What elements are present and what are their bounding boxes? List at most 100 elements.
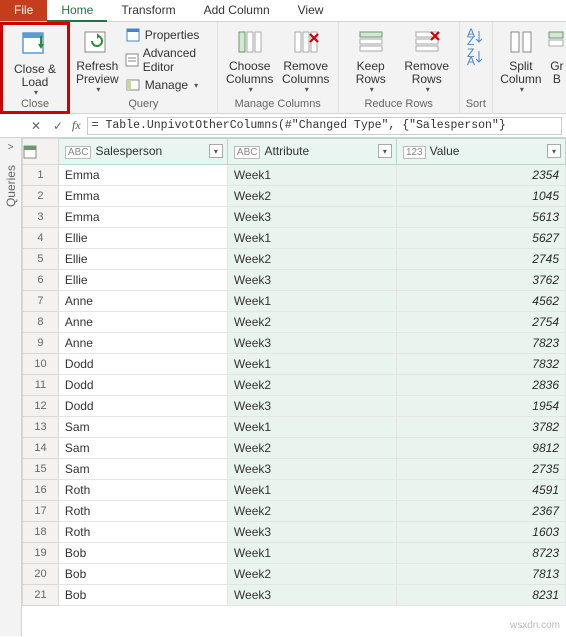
ribbon-group-label-query: Query <box>128 98 158 112</box>
row-number: 18 <box>23 522 59 543</box>
table-row[interactable]: 21BobWeek38231 <box>23 585 566 606</box>
table-row[interactable]: 1EmmaWeek12354 <box>23 165 566 186</box>
cell-value: 2836 <box>396 375 565 396</box>
advanced-editor-button[interactable]: Advanced Editor <box>123 45 211 75</box>
tab-view[interactable]: View <box>284 0 338 21</box>
row-number: 13 <box>23 417 59 438</box>
cell-value: 3782 <box>396 417 565 438</box>
row-number: 7 <box>23 291 59 312</box>
row-number: 15 <box>23 459 59 480</box>
table-row[interactable]: 7AnneWeek14562 <box>23 291 566 312</box>
tab-add-column[interactable]: Add Column <box>190 0 284 21</box>
column-header-attribute[interactable]: ABCAttribute ▾ <box>227 139 396 165</box>
cancel-icon[interactable]: ✕ <box>28 118 44 134</box>
keep-rows-button[interactable]: Keep Rows▾ <box>345 24 397 95</box>
confirm-icon[interactable]: ✓ <box>50 118 66 134</box>
table-row[interactable]: 2EmmaWeek21045 <box>23 186 566 207</box>
table-row[interactable]: 5EllieWeek22745 <box>23 249 566 270</box>
row-number: 16 <box>23 480 59 501</box>
cell-salesperson: Dodd <box>58 396 227 417</box>
choose-columns-button[interactable]: Choose Columns▾ <box>224 24 276 95</box>
table-row[interactable]: 20BobWeek27813 <box>23 564 566 585</box>
cell-attribute: Week1 <box>227 480 396 501</box>
table-row[interactable]: 12DoddWeek31954 <box>23 396 566 417</box>
cell-attribute: Week1 <box>227 354 396 375</box>
title-tabs: File Home Transform Add Column View <box>0 0 566 22</box>
column-header-value[interactable]: 123Value ▾ <box>396 139 565 165</box>
table-row[interactable]: 9AnneWeek37823 <box>23 333 566 354</box>
table-corner[interactable] <box>23 139 59 165</box>
cell-value: 1603 <box>396 522 565 543</box>
queries-sidebar[interactable]: > Queries <box>0 138 22 636</box>
table-row[interactable]: 11DoddWeek22836 <box>23 375 566 396</box>
cell-value: 2754 <box>396 312 565 333</box>
split-column-button[interactable]: Split Column▾ <box>499 24 543 95</box>
row-number: 1 <box>23 165 59 186</box>
table-row[interactable]: 14SamWeek29812 <box>23 438 566 459</box>
choose-columns-icon <box>234 26 266 58</box>
dropdown-arrow-icon: ▾ <box>96 86 100 95</box>
properties-button[interactable]: Properties <box>123 26 211 44</box>
formula-bar: ✕ ✓ fx <box>0 114 566 138</box>
cell-salesperson: Anne <box>58 333 227 354</box>
table-row[interactable]: 8AnneWeek22754 <box>23 312 566 333</box>
cell-value: 7813 <box>396 564 565 585</box>
remove-columns-label: Remove Columns <box>282 60 329 86</box>
cell-value: 8723 <box>396 543 565 564</box>
split-column-icon <box>505 26 537 58</box>
remove-rows-button[interactable]: Remove Rows▾ <box>401 24 453 95</box>
cell-value: 4591 <box>396 480 565 501</box>
cell-salesperson: Bob <box>58 564 227 585</box>
table-row[interactable]: 18RothWeek31603 <box>23 522 566 543</box>
table-row[interactable]: 15SamWeek32735 <box>23 459 566 480</box>
dropdown-arrow-icon: ▾ <box>249 86 253 95</box>
close-and-load-button[interactable]: Close & Load▾ <box>9 27 61 98</box>
cell-salesperson: Bob <box>58 543 227 564</box>
cell-value: 1954 <box>396 396 565 417</box>
row-number: 11 <box>23 375 59 396</box>
tab-file[interactable]: File <box>0 0 47 21</box>
type-text-icon: ABC <box>65 146 92 159</box>
ribbon-group-query: Refresh Preview▾ Properties Advanced Edi… <box>70 22 218 114</box>
row-number: 21 <box>23 585 59 606</box>
cell-value: 5627 <box>396 228 565 249</box>
refresh-preview-button[interactable]: Refresh Preview▾ <box>76 24 119 95</box>
sort-asc-button[interactable]: AZ <box>467 28 485 46</box>
row-number: 12 <box>23 396 59 417</box>
table-row[interactable]: 13SamWeek13782 <box>23 417 566 438</box>
manage-button[interactable]: Manage▾ <box>123 76 211 94</box>
group-by-button[interactable]: Gr B <box>547 24 566 86</box>
cell-salesperson: Emma <box>58 165 227 186</box>
table-row[interactable]: 19BobWeek18723 <box>23 543 566 564</box>
cell-salesperson: Anne <box>58 291 227 312</box>
remove-columns-button[interactable]: Remove Columns▾ <box>280 24 332 95</box>
table-row[interactable]: 10DoddWeek17832 <box>23 354 566 375</box>
table-row[interactable]: 3EmmaWeek35613 <box>23 207 566 228</box>
cell-value: 8231 <box>396 585 565 606</box>
refresh-icon <box>81 26 113 58</box>
table-row[interactable]: 4EllieWeek15627 <box>23 228 566 249</box>
main-area: > Queries ABCSalesperson ▾ ABCAttribute … <box>0 138 566 636</box>
cell-attribute: Week3 <box>227 396 396 417</box>
cell-attribute: Week1 <box>227 543 396 564</box>
cell-value: 2745 <box>396 249 565 270</box>
ribbon-group-reduce-rows: Keep Rows▾ Remove Rows▾ Reduce Rows <box>339 22 460 114</box>
fx-icon[interactable]: fx <box>72 118 81 133</box>
dropdown-arrow-icon: ▾ <box>370 86 374 95</box>
ribbon-group-label-reduce-rows: Reduce Rows <box>364 98 432 112</box>
ribbon-group-label-partial <box>531 98 534 112</box>
filter-dropdown-icon[interactable]: ▾ <box>209 144 223 158</box>
column-header-salesperson[interactable]: ABCSalesperson ▾ <box>58 139 227 165</box>
row-number: 3 <box>23 207 59 228</box>
table-row[interactable]: 6EllieWeek33762 <box>23 270 566 291</box>
table-row[interactable]: 17RothWeek22367 <box>23 501 566 522</box>
data-grid: ABCSalesperson ▾ ABCAttribute ▾ 123Value… <box>22 138 566 636</box>
table-row[interactable]: 16RothWeek14591 <box>23 480 566 501</box>
cell-attribute: Week3 <box>227 459 396 480</box>
filter-dropdown-icon[interactable]: ▾ <box>547 144 561 158</box>
tab-home[interactable]: Home <box>47 0 107 22</box>
filter-dropdown-icon[interactable]: ▾ <box>378 144 392 158</box>
sort-desc-button[interactable]: ZA <box>467 48 485 66</box>
tab-transform[interactable]: Transform <box>107 0 189 21</box>
formula-input[interactable] <box>87 117 562 135</box>
